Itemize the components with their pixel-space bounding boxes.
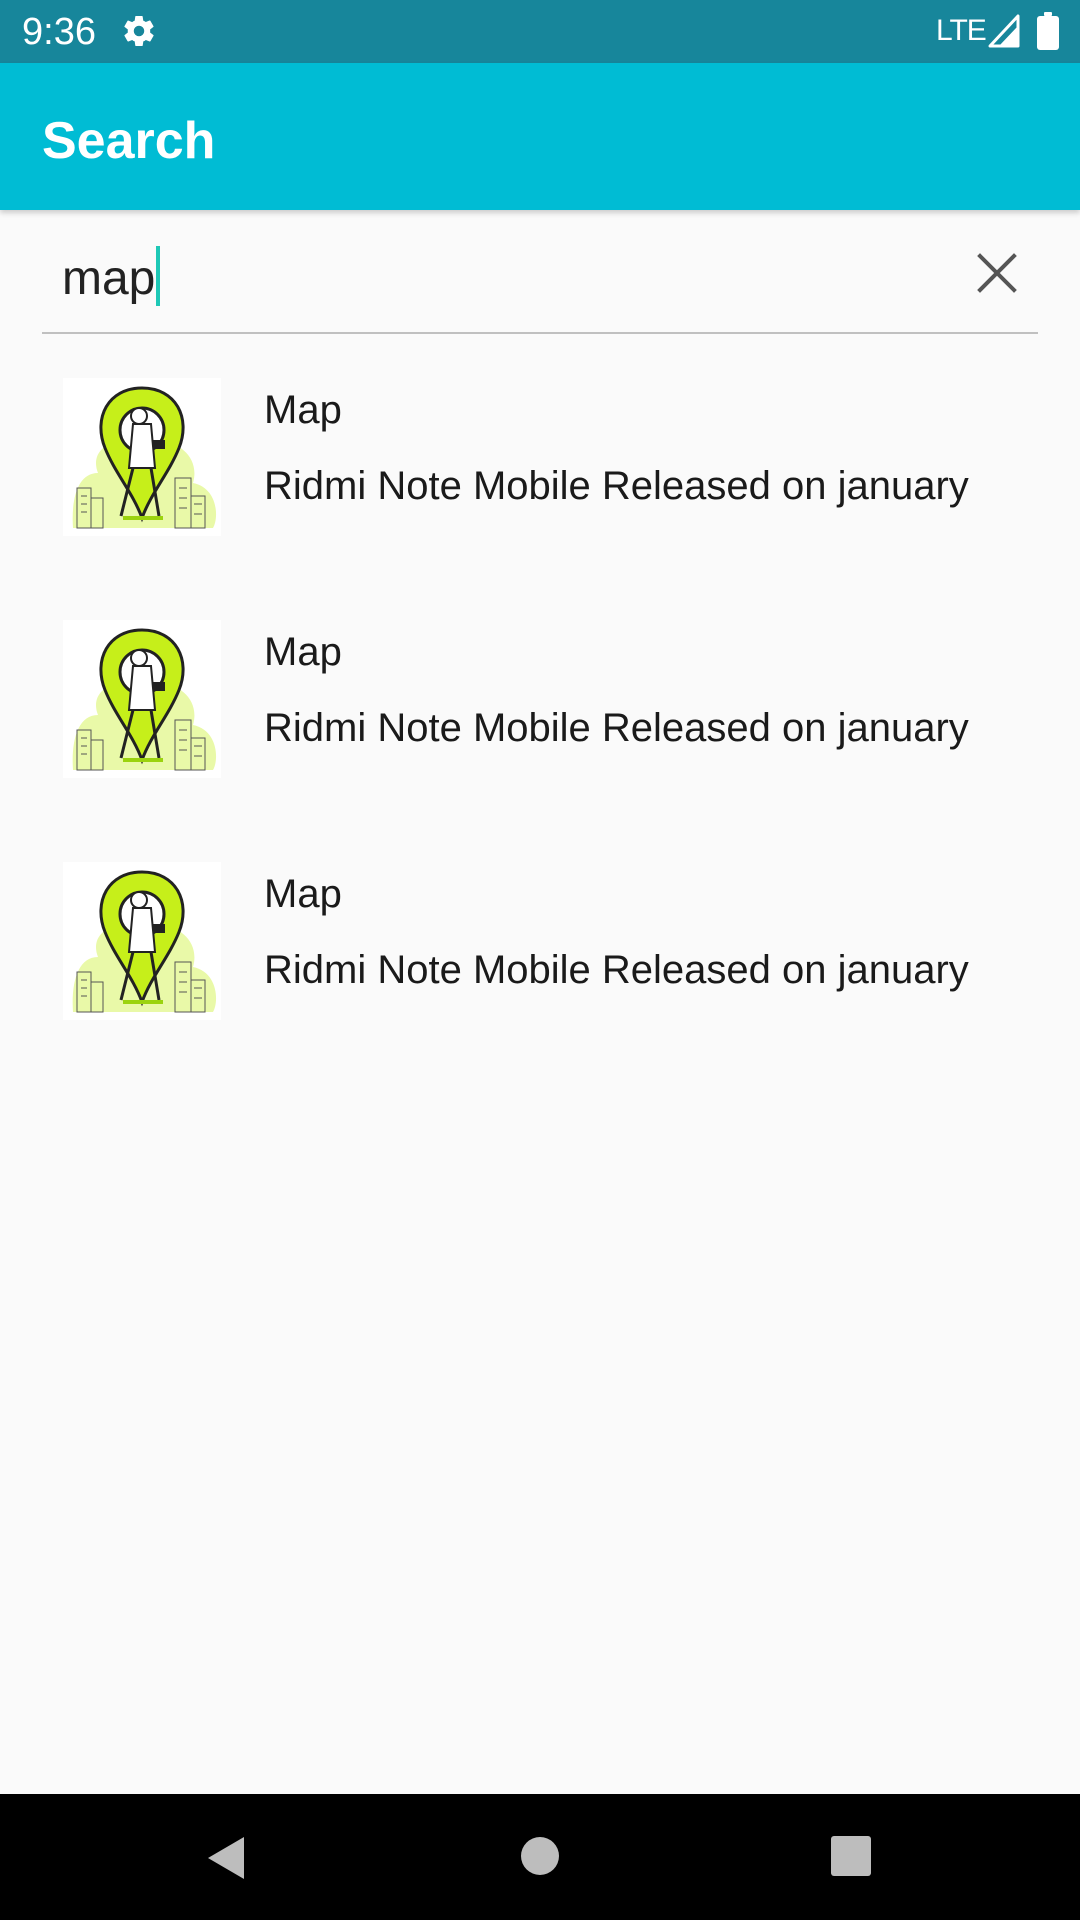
status-bar: 9:36 LTE: [0, 0, 1080, 63]
map-pin-thumbnail: [63, 378, 221, 536]
text-cursor: [156, 246, 161, 306]
result-title: Map: [264, 630, 342, 674]
navigation-bar: [0, 1794, 1080, 1920]
list-item[interactable]: Map Ridmi Note Mobile Released on januar…: [0, 378, 1080, 578]
search-input[interactable]: map: [62, 246, 161, 307]
map-pin-thumbnail: [63, 862, 221, 1020]
map-pin-thumbnail: [63, 620, 221, 778]
search-input-value: map: [62, 252, 156, 305]
clear-search-button[interactable]: [962, 238, 1032, 308]
page-title: Search: [42, 112, 216, 170]
close-icon: [977, 253, 1017, 293]
gear-icon: [124, 16, 154, 47]
result-subtitle: Ridmi Note Mobile Released on january: [264, 464, 969, 508]
result-title: Map: [264, 872, 342, 916]
recents-square-icon[interactable]: [831, 1836, 871, 1876]
home-circle-icon[interactable]: [520, 1836, 560, 1876]
result-title: Map: [264, 388, 342, 432]
result-subtitle: Ridmi Note Mobile Released on january: [264, 948, 969, 992]
list-item[interactable]: Map Ridmi Note Mobile Released on januar…: [0, 862, 1080, 1062]
signal-icon: [988, 14, 1020, 48]
list-item[interactable]: Map Ridmi Note Mobile Released on januar…: [0, 620, 1080, 820]
app-bar: Search: [0, 63, 1080, 210]
battery-icon: [1037, 12, 1059, 50]
search-field[interactable]: map: [42, 220, 1038, 334]
back-triangle-icon[interactable]: [204, 1834, 248, 1882]
network-type: LTE: [936, 14, 987, 47]
status-time: 9:36: [22, 11, 96, 53]
result-subtitle: Ridmi Note Mobile Released on january: [264, 706, 969, 750]
